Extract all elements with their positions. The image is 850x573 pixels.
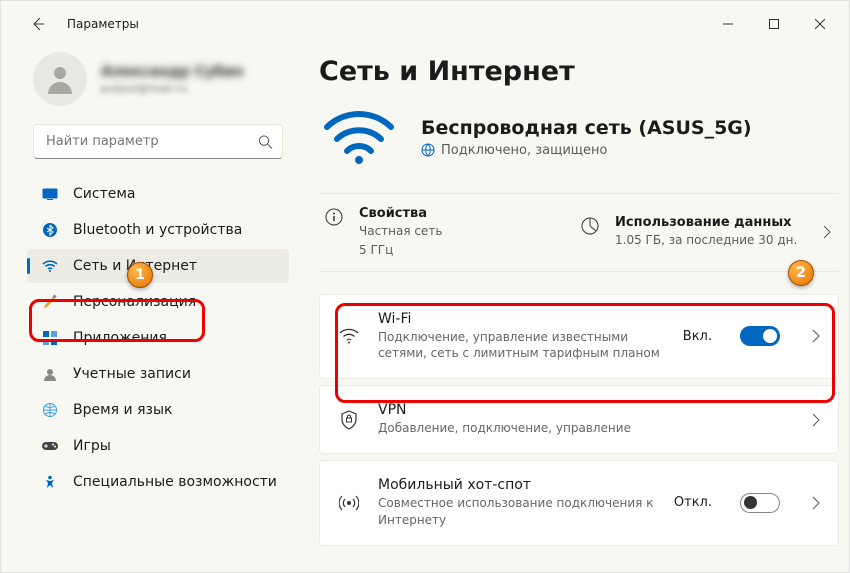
globe-icon xyxy=(41,401,59,419)
sidebar-item-label: Bluetooth и устройства xyxy=(73,222,242,238)
globe-icon xyxy=(421,143,435,157)
sidebar-item-system[interactable]: Система xyxy=(27,177,289,211)
profile[interactable]: Александр Субин putput@mail.ru xyxy=(27,46,289,124)
apps-icon xyxy=(41,329,59,347)
account-icon xyxy=(41,365,59,383)
sidebar-item-time[interactable]: Время и язык xyxy=(27,393,289,427)
close-button[interactable] xyxy=(797,8,843,40)
sidebar-item-label: Персонализация xyxy=(73,294,196,310)
search-box[interactable] xyxy=(33,124,283,159)
properties-sub2: 5 ГГц xyxy=(359,242,442,259)
sidebar-item-label: Учетные записи xyxy=(73,366,191,382)
profile-email: putput@mail.ru xyxy=(101,82,243,95)
info-icon xyxy=(323,208,345,226)
bluetooth-icon xyxy=(41,221,59,239)
card-hotspot[interactable]: Мобильный хот-спот Совместное использова… xyxy=(319,460,839,546)
search-input[interactable] xyxy=(33,124,283,159)
chevron-right-icon xyxy=(812,413,820,427)
usage-cell[interactable]: Использование данных 1.05 ГБ, за последн… xyxy=(579,215,835,249)
properties-sub1: Частная сеть xyxy=(359,223,442,240)
brush-icon xyxy=(41,293,59,311)
sidebar-item-label: Система xyxy=(73,186,135,202)
sidebar-item-label: Время и язык xyxy=(73,402,172,418)
usage-title: Использование данных xyxy=(615,215,797,230)
system-icon xyxy=(41,185,59,203)
card-wifi[interactable]: Wi-Fi Подключение, управление известными… xyxy=(319,294,839,380)
sidebar-item-accessibility[interactable]: Специальные возможности xyxy=(27,465,289,499)
wifi-icon xyxy=(323,109,395,165)
usage-sub: 1.05 ГБ, за последние 30 дн. xyxy=(615,232,797,249)
page-title: Сеть и Интернет xyxy=(319,56,839,87)
shield-icon xyxy=(338,410,360,430)
sidebar-item-bluetooth[interactable]: Bluetooth и устройства xyxy=(27,213,289,247)
main: Сеть и Интернет Беспроводная сеть (ASUS_… xyxy=(301,46,849,572)
sidebar-item-label: Сеть и Интернет xyxy=(73,258,197,274)
accessibility-icon xyxy=(41,473,59,491)
toggle-state: Вкл. xyxy=(683,329,712,344)
info-row[interactable]: Свойства Частная сеть 5 ГГц Использовани… xyxy=(319,193,839,272)
chevron-right-icon xyxy=(812,329,820,343)
wifi-icon xyxy=(41,257,59,275)
sidebar-item-apps[interactable]: Приложения xyxy=(27,321,289,355)
sidebar-item-network[interactable]: Сеть и Интернет xyxy=(27,249,289,283)
network-hero: Беспроводная сеть (ASUS_5G) Подключено, … xyxy=(319,109,839,165)
card-title: VPN xyxy=(378,402,780,418)
pie-icon xyxy=(579,217,601,235)
profile-name: Александр Субин xyxy=(101,64,243,80)
minimize-button[interactable] xyxy=(705,8,751,40)
toggle-wifi[interactable] xyxy=(740,326,780,346)
sidebar: Александр Субин putput@mail.ru Система B… xyxy=(1,46,301,572)
hotspot-icon xyxy=(338,494,360,512)
sidebar-item-label: Игры xyxy=(73,438,111,454)
titlebar: Параметры xyxy=(1,1,849,46)
hero-title: Беспроводная сеть (ASUS_5G) xyxy=(421,117,752,139)
card-sub: Совместное использование подключения к И… xyxy=(378,495,656,529)
hero-status: Подключено, защищено xyxy=(421,143,752,158)
toggle-state: Откл. xyxy=(674,495,712,510)
properties-cell[interactable]: Свойства Частная сеть 5 ГГц xyxy=(323,206,579,259)
search-icon xyxy=(258,134,273,149)
chevron-right-icon xyxy=(812,496,820,510)
toggle-hotspot[interactable] xyxy=(740,493,780,513)
sidebar-item-gaming[interactable]: Игры xyxy=(27,429,289,463)
sidebar-item-personalization[interactable]: Персонализация xyxy=(27,285,289,319)
card-sub: Подключение, управление известными сетям… xyxy=(378,329,665,363)
window-title: Параметры xyxy=(67,17,139,31)
card-title: Мобильный хот-спот xyxy=(378,477,656,493)
gaming-icon xyxy=(41,437,59,455)
nav: Система Bluetooth и устройства Сеть и Ин… xyxy=(27,177,289,499)
sidebar-item-label: Приложения xyxy=(73,330,167,346)
card-vpn[interactable]: VPN Добавление, подключение, управление xyxy=(319,385,839,454)
card-sub: Добавление, подключение, управление xyxy=(378,420,780,437)
sidebar-item-label: Специальные возможности xyxy=(73,474,277,490)
avatar xyxy=(33,52,87,106)
wifi-icon xyxy=(338,328,360,344)
sidebar-item-accounts[interactable]: Учетные записи xyxy=(27,357,289,391)
properties-title: Свойства xyxy=(359,206,442,221)
card-title: Wi-Fi xyxy=(378,311,665,327)
maximize-button[interactable] xyxy=(751,8,797,40)
chevron-right-icon xyxy=(823,225,831,239)
back-button[interactable] xyxy=(23,9,53,39)
